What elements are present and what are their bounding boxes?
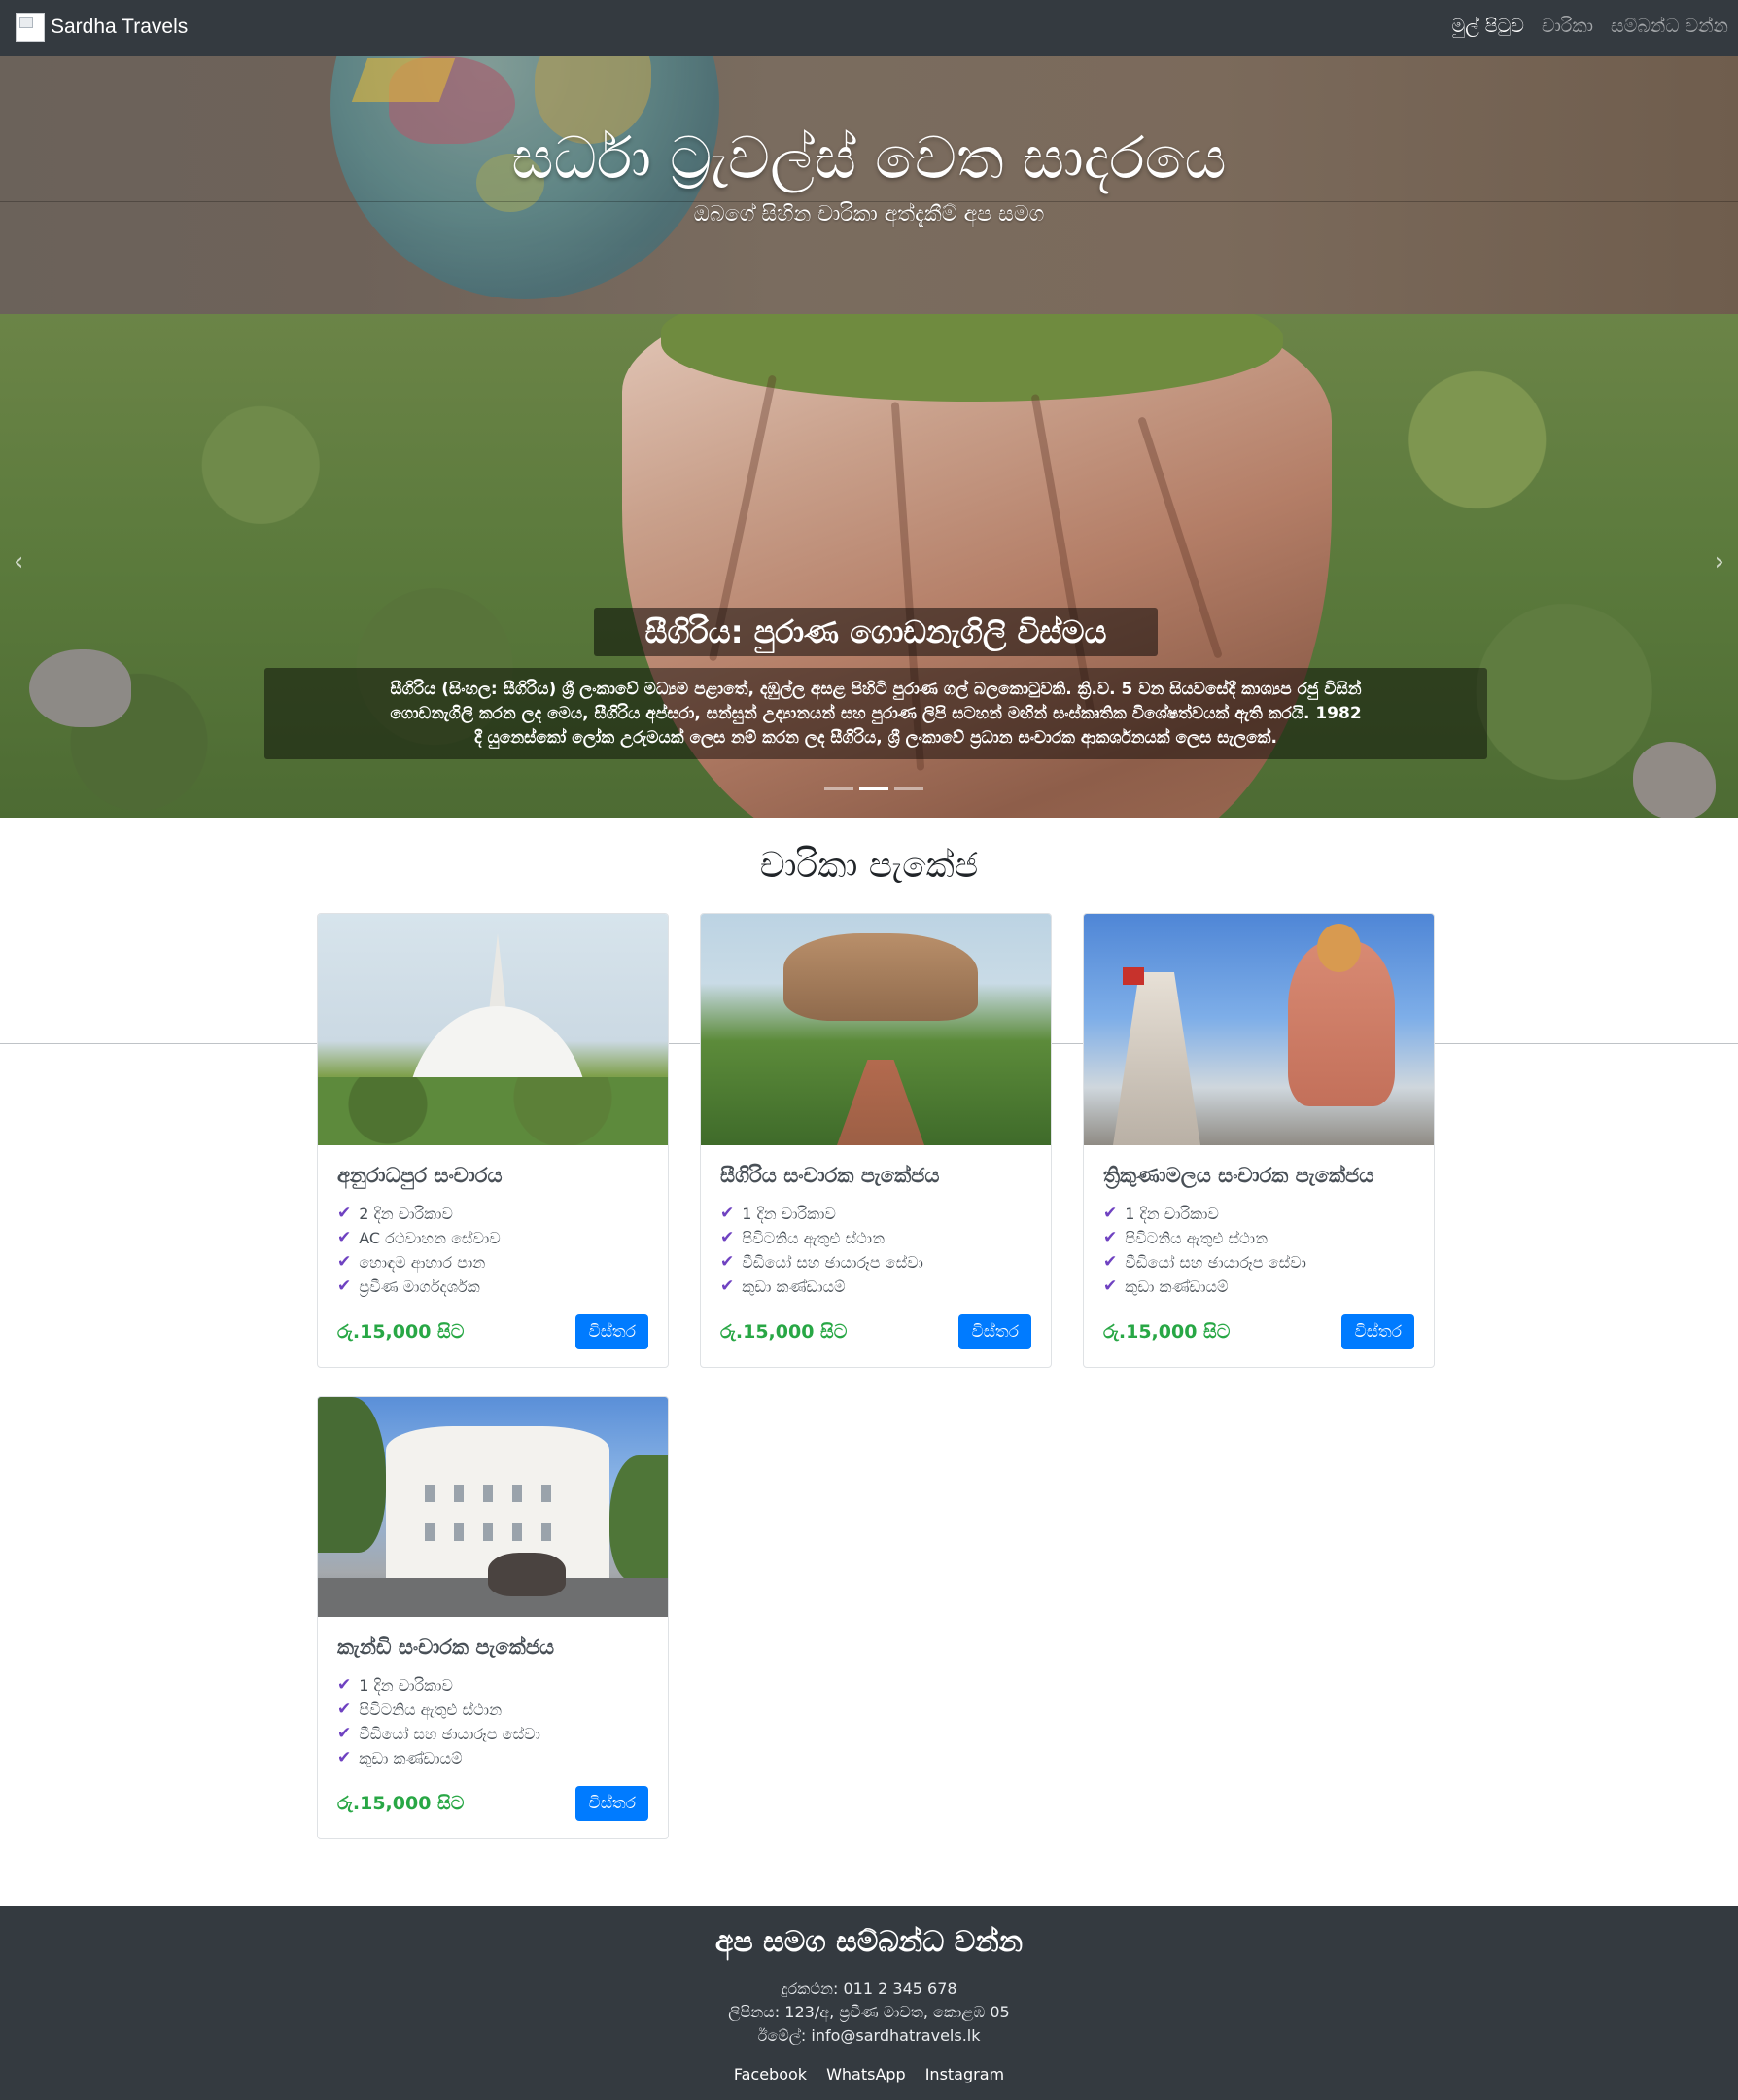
package-features: ✔ 1 දින චාරිකාව ✔ පිවිටනිය ඇතුළු ස්ථාන ✔ වී… bbox=[720, 1202, 1031, 1299]
footer: අප සමග සම්බන්ධ වන්න දුරකථන: 011 2 345 67… bbox=[0, 1906, 1738, 2100]
check-icon: ✔ bbox=[720, 1204, 735, 1223]
package-title: ත්‍රිකුණාමලය සංචාරක පැකේජය bbox=[1103, 1163, 1374, 1187]
check-icon: ✔ bbox=[720, 1228, 735, 1247]
package-price: රු.15,000 සිට bbox=[720, 1321, 848, 1343]
package-features: ✔ 2 දින චාරිකාව ✔ AC රථවාහන සේවාව ✔ හොඳම ආහ… bbox=[337, 1202, 648, 1299]
check-icon: ✔ bbox=[337, 1699, 352, 1719]
feature-item: ✔ පිවිටනිය ඇතුළු ස්ථාන bbox=[720, 1226, 1031, 1250]
check-icon: ✔ bbox=[337, 1675, 352, 1695]
carousel-caption-text: සීගිරිය (සිංහල: සීගිරිය) ශ්‍රී ලංකාවේ මධ… bbox=[264, 668, 1487, 759]
carousel-indicators bbox=[824, 788, 923, 790]
feature-item: ✔ පිවිටනිය ඇතුළු ස්ථාන bbox=[337, 1698, 648, 1722]
details-button[interactable]: විස්තර bbox=[575, 1786, 648, 1821]
check-icon: ✔ bbox=[1103, 1252, 1118, 1272]
ruwanweli-stupa-image bbox=[318, 914, 668, 1145]
instagram-link[interactable]: Instagram bbox=[925, 2065, 1004, 2083]
check-icon: ✔ bbox=[337, 1204, 352, 1223]
check-icon: ✔ bbox=[720, 1277, 735, 1296]
feature-item: ✔ 1 දින චාරිකාව bbox=[337, 1673, 648, 1698]
navbar: Sardha Travels මුල් පිටුව චාරිකා සම්බන්ධ… bbox=[0, 0, 1738, 56]
nav-link-home[interactable]: මුල් පිටුව bbox=[1452, 16, 1524, 37]
package-title: සීගිරිය සංචාරක පැකේජය bbox=[720, 1163, 940, 1187]
feature-item: ✔ වීඩියෝ සහ ඡායාරූප සේවා bbox=[720, 1250, 1031, 1275]
details-button[interactable]: විස්තර bbox=[958, 1314, 1031, 1349]
check-icon: ✔ bbox=[720, 1252, 735, 1272]
feature-item: ✔ පිවිටනිය ඇතුළු ස්ථාන bbox=[1103, 1226, 1414, 1250]
check-icon: ✔ bbox=[337, 1252, 352, 1272]
koneswaram-temple-image bbox=[1084, 914, 1434, 1145]
feature-item: ✔ 1 දින චාරිකාව bbox=[1103, 1202, 1414, 1226]
package-card-anuradhapura: අනුරාධපුර සංචාරය ✔ 2 දින චාරිකාව ✔ AC රථවා… bbox=[317, 913, 669, 1368]
kandy-city-image bbox=[318, 1397, 668, 1617]
carousel-next-icon[interactable]: › bbox=[1715, 547, 1724, 577]
package-title: කැන්ඩි සංචාරක පැකේජය bbox=[337, 1634, 555, 1659]
facebook-link[interactable]: Facebook bbox=[734, 2065, 807, 2083]
package-card-sigiriya: සීගිරිය සංචාරක පැකේජය ✔ 1 දින චාරිකාව ✔ පි… bbox=[700, 913, 1052, 1368]
brand-name: Sardha Travels bbox=[51, 16, 189, 38]
carousel-indicator-1[interactable] bbox=[824, 788, 853, 790]
footer-title: අප සමග සම්බන්ධ වන්න bbox=[714, 1925, 1024, 1959]
feature-item: ✔ AC රථවාහන සේවාව bbox=[337, 1226, 648, 1250]
footer-email: ඊමේල්: info@sardhatravels.lk bbox=[757, 2026, 981, 2045]
feature-item: ✔ වීඩියෝ සහ ඡායාරූප සේවා bbox=[1103, 1250, 1414, 1275]
hero-pin-image bbox=[351, 58, 456, 102]
package-title: අනුරාධපුර සංචාරය bbox=[337, 1163, 503, 1187]
feature-item: ✔ 2 දින චාරිකාව bbox=[337, 1202, 648, 1226]
feature-item: ✔ ප්‍රවීණ මාර්ගදර්ශක bbox=[337, 1275, 648, 1299]
package-price: රු.15,000 සිට bbox=[1103, 1321, 1231, 1343]
package-card-trincomalee: ත්‍රිකුණාමලය සංචාරක පැකේජය ✔ 1 දින චාරිකා… bbox=[1083, 913, 1435, 1368]
caption-line: දී යුනෙස්කෝ ලෝක උරුමයක් ලෙස නම් කරන ලද ස… bbox=[474, 728, 1277, 748]
check-icon: ✔ bbox=[337, 1277, 352, 1296]
feature-item: ✔ හොඳම ආහාර පාන bbox=[337, 1250, 648, 1275]
carousel-indicator-2[interactable] bbox=[859, 788, 888, 790]
packages-section-title: චාරිකා පැකේජ bbox=[759, 846, 979, 886]
carousel-caption-title: සීගිරිය: පුරාණ ගොඩනැගිලි විස්මය bbox=[594, 608, 1158, 656]
carousel-boulder-right bbox=[1633, 742, 1716, 818]
carousel-boulder-left bbox=[29, 649, 131, 727]
hero-subtitle: ඔබගේ සිහින චාරිකා අත්දැකීම් අප සමග bbox=[693, 202, 1045, 227]
nav-link-tours[interactable]: චාරිකා bbox=[1542, 16, 1593, 37]
details-button[interactable]: විස්තර bbox=[575, 1314, 648, 1349]
check-icon: ✔ bbox=[337, 1724, 352, 1743]
package-price: රු.15,000 සිට bbox=[337, 1793, 465, 1814]
carousel-prev-icon[interactable]: ‹ bbox=[14, 547, 23, 577]
check-icon: ✔ bbox=[1103, 1204, 1118, 1223]
social-links: Facebook WhatsApp Instagram bbox=[0, 2065, 1738, 2083]
feature-item: ✔ 1 දින චාරිකාව bbox=[720, 1202, 1031, 1226]
caption-line: සීගිරිය (සිංහල: සීගිරිය) ශ්‍රී ලංකාවේ මධ… bbox=[390, 680, 1362, 699]
brand[interactable]: Sardha Travels bbox=[16, 13, 188, 42]
hero-title: සර්ධා ට්‍රැවල්ස් වෙත සාදරයෙ bbox=[511, 124, 1227, 192]
caption-line: ගොඩනැගිලි කරන ලද මෙය, සීගිරිය අප්සරා, සන… bbox=[390, 704, 1362, 723]
feature-item: ✔ කුඩා කණ්ඩායම් bbox=[337, 1746, 648, 1770]
sigiriya-rock-image bbox=[701, 914, 1051, 1145]
check-icon: ✔ bbox=[1103, 1228, 1118, 1247]
package-card-kandy: කැන්ඩි සංචාරක පැකේජය ✔ 1 දින චාරිකාව ✔ පිව… bbox=[317, 1396, 669, 1839]
check-icon: ✔ bbox=[337, 1748, 352, 1768]
footer-phone: දුරකථන: 011 2 345 678 bbox=[781, 1979, 957, 1998]
nav-links: මුල් පිටුව චාරිකා සම්බන්ධ වන්න bbox=[1452, 16, 1728, 37]
feature-item: ✔ කුඩා කණ්ඩායම් bbox=[720, 1275, 1031, 1299]
brand-logo-image bbox=[16, 13, 45, 42]
hero-banner: සර්ධා ට්‍රැවල්ස් වෙත සාදරයෙ ඔබගේ සිහින ච… bbox=[0, 56, 1738, 314]
package-features: ✔ 1 දින චාරිකාව ✔ පිවිටනිය ඇතුළු ස්ථාන ✔ වී… bbox=[337, 1673, 648, 1770]
check-icon: ✔ bbox=[337, 1228, 352, 1247]
package-price: රු.15,000 සිට bbox=[337, 1321, 465, 1343]
package-features: ✔ 1 දින චාරිකාව ✔ පිවිටනිය ඇතුළු ස්ථාන ✔ වී… bbox=[1103, 1202, 1414, 1299]
details-button[interactable]: විස්තර bbox=[1341, 1314, 1414, 1349]
image-carousel[interactable]: ‹ › සීගිරිය: පුරාණ ගොඩනැගිලි විස්මය සීගි… bbox=[0, 314, 1738, 818]
feature-item: ✔ වීඩියෝ සහ ඡායාරූප සේවා bbox=[337, 1722, 648, 1746]
footer-address: ලිපිනය: 123/අ, ප්‍රවීණ මාවත, කොළඹ 05 bbox=[728, 2003, 1010, 2021]
carousel-indicator-3[interactable] bbox=[894, 788, 923, 790]
whatsapp-link[interactable]: WhatsApp bbox=[826, 2065, 906, 2083]
feature-item: ✔ කුඩා කණ්ඩායම් bbox=[1103, 1275, 1414, 1299]
check-icon: ✔ bbox=[1103, 1277, 1118, 1296]
nav-link-contact[interactable]: සම්බන්ධ වන්න bbox=[1611, 16, 1728, 37]
